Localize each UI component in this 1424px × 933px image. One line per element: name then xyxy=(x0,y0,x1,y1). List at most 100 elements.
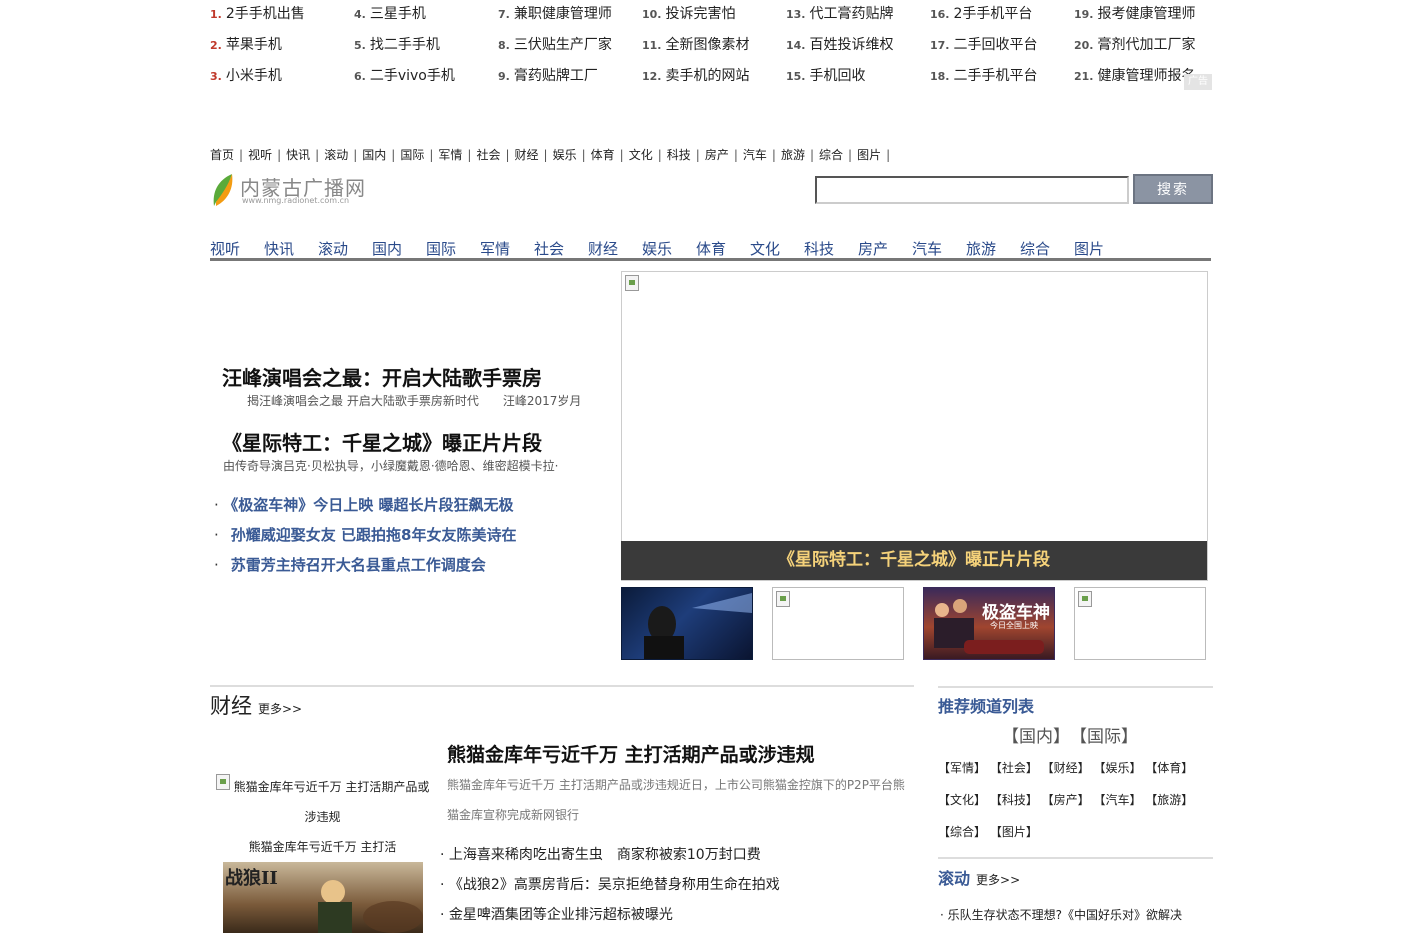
top-nav-item[interactable]: 国际 xyxy=(400,146,424,164)
channel-tab[interactable]: 图片 xyxy=(1074,238,1104,259)
hot-keyword-item[interactable]: 15. 手机回收 xyxy=(786,64,866,88)
finance-news-1[interactable]: · 上海喜来稀肉吃出寄生虫 商家称被索10万封口费 xyxy=(440,844,761,864)
channel-tag-links[interactable]: 【军情】 【社会】 【财经】 【娱乐】 【体育】 【文化】 【科技】 【房产】 … xyxy=(938,752,1200,848)
thumb-3-baby-driver[interactable]: 极盗车神 今日全国上映 xyxy=(923,587,1055,660)
finance-image-alt[interactable]: 熊猫金库年亏近千万 主打活期产品或涉违规 xyxy=(210,772,435,832)
top-nav-item[interactable]: 图片 xyxy=(857,146,881,164)
search-button[interactable]: 搜索 xyxy=(1133,174,1213,204)
hot-keyword-item[interactable]: 19. 报考健康管理师 xyxy=(1074,2,1196,26)
top-nav-item[interactable]: 国内 xyxy=(362,146,386,164)
rank-label: 找二手手机 xyxy=(369,37,440,53)
channel-tab[interactable]: 汽车 xyxy=(912,238,942,259)
site-logo[interactable]: 内蒙古广播网 www.nmg.radionet.com.cn xyxy=(210,170,365,210)
search-input[interactable] xyxy=(815,176,1129,204)
hot-keyword-item[interactable]: 8. 三伏贴生产厂家 xyxy=(498,33,612,57)
rank-label: 卖手机的网站 xyxy=(665,68,750,84)
hot-keyword-item[interactable]: 16. 2手手机平台 xyxy=(930,2,1032,26)
hot-keyword-item[interactable]: 14. 百姓投诉维权 xyxy=(786,33,894,57)
top-nav-item[interactable]: 视听 xyxy=(248,146,272,164)
hot-keyword-item[interactable]: 21. 健康管理师报名 xyxy=(1074,64,1196,88)
top-nav-item[interactable]: 科技 xyxy=(667,146,691,164)
hot-keyword-item[interactable]: 3. 小米手机 xyxy=(210,64,282,88)
rank-label: 健康管理师报名 xyxy=(1097,68,1196,84)
hot-keyword-item[interactable]: 5. 找二手手机 xyxy=(354,33,440,57)
channel-tab[interactable]: 科技 xyxy=(804,238,834,259)
slideshow-caption[interactable]: 《星际特工：千星之城》曝正片片段 xyxy=(621,541,1207,580)
channel-tab[interactable]: 滚动 xyxy=(318,238,348,259)
hot-keyword-item[interactable]: 20. 膏剂代加工厂家 xyxy=(1074,33,1196,57)
hot-keyword-item[interactable]: 9. 膏药贴牌工厂 xyxy=(498,64,598,88)
top-nav-item[interactable]: 房产 xyxy=(705,146,729,164)
hot-keyword-item[interactable]: 2. 苹果手机 xyxy=(210,33,282,57)
nav-separator: | xyxy=(429,148,434,162)
finance-news-3[interactable]: · 金星啤酒集团等企业排污超标被曝光 xyxy=(440,904,673,924)
finance-more-link[interactable]: 更多>> xyxy=(258,702,302,716)
channel-tab[interactable]: 旅游 xyxy=(966,238,996,259)
hot-keyword-item[interactable]: 17. 二手回收平台 xyxy=(930,33,1038,57)
top-nav-item[interactable]: 社会 xyxy=(476,146,500,164)
channel-tab[interactable]: 体育 xyxy=(696,238,726,259)
hot-keyword-item[interactable]: 13. 代工膏药贴牌 xyxy=(786,2,894,26)
hot-keyword-item[interactable]: 18. 二手手机平台 xyxy=(930,64,1038,88)
hot-keyword-item[interactable]: 4. 三星手机 xyxy=(354,2,426,26)
top-nav-item[interactable]: 文化 xyxy=(629,146,653,164)
bullet-link-3[interactable]: · 苏雷芳主持召开大名县重点工作调度会 xyxy=(214,554,486,575)
scroll-section-title: 滚动 更多>> xyxy=(938,869,1021,888)
top-nav-item[interactable]: 汽车 xyxy=(743,146,767,164)
channel-tab[interactable]: 国际 xyxy=(426,238,456,259)
leaf-logo-icon xyxy=(213,174,233,206)
top-nav-item[interactable]: 财经 xyxy=(515,146,539,164)
hot-keyword-item[interactable]: 7. 兼职健康管理师 xyxy=(498,2,612,26)
finance-thumb-wolf-warrior[interactable]: 战狼II xyxy=(223,862,423,933)
scroll-news-item[interactable]: · 乐队生存状态不理想?《中国好乐对》欲解决 xyxy=(940,906,1182,923)
nav-separator: | xyxy=(467,148,472,162)
finance-description: 熊猫金库年亏近千万 主打活期产品或涉违规近日，上市公司熊猫金控旗下的P2P平台熊… xyxy=(447,778,905,822)
channel-tab[interactable]: 综合 xyxy=(1020,238,1050,259)
hot-keyword-item[interactable]: 6. 二手vivo手机 xyxy=(354,64,455,88)
finance-headline[interactable]: 熊猫金库年亏近千万 主打活期产品或涉违规 xyxy=(447,740,815,767)
finance-news-2[interactable]: · 《战狼2》高票房背后：吴京拒绝替身称用生命在拍戏 xyxy=(440,874,780,894)
top-nav-item[interactable]: 体育 xyxy=(591,146,615,164)
scroll-more-link[interactable]: 更多>> xyxy=(976,873,1020,887)
thumb-2[interactable] xyxy=(772,587,904,660)
movie-still-image xyxy=(318,880,423,933)
rank-label: 投诉完害怕 xyxy=(665,6,736,22)
rank-number: 9. xyxy=(498,70,510,83)
top-nav-item[interactable]: 军情 xyxy=(438,146,462,164)
headline-1[interactable]: 汪峰演唱会之最：开启大陆歌手票房 xyxy=(222,362,542,391)
rank-number: 13. xyxy=(786,8,806,21)
headline-1-sub: 揭汪峰演唱会之最 开启大陆歌手票房新时代 汪峰2017岁月 xyxy=(247,394,582,408)
rank-label: 二手手机平台 xyxy=(953,68,1038,84)
hot-keyword-item[interactable]: 12. 卖手机的网站 xyxy=(642,64,750,88)
channel-tab[interactable]: 财经 xyxy=(588,238,618,259)
channel-tab[interactable]: 军情 xyxy=(480,238,510,259)
channel-tab[interactable]: 快讯 xyxy=(264,238,294,259)
sidebar-divider xyxy=(938,686,1213,688)
hot-keyword-item[interactable]: 11. 全新图像素材 xyxy=(642,33,750,57)
rank-number: 19. xyxy=(1074,8,1094,21)
channel-tab[interactable]: 社会 xyxy=(534,238,564,259)
broken-image-icon xyxy=(215,773,230,790)
bullet-link-2[interactable]: · 孙耀威迎娶女友 已跟拍拖8年女友陈美诗在 xyxy=(214,524,516,545)
channel-tab[interactable]: 国内 xyxy=(372,238,402,259)
finance-image-caption[interactable]: 熊猫金库年亏近千万 主打活 xyxy=(210,838,435,855)
top-nav-item[interactable]: 综合 xyxy=(819,146,843,164)
thumb-1-concert[interactable] xyxy=(621,587,753,660)
major-channel-links[interactable]: 【国内】 【国际】 xyxy=(1002,722,1138,747)
hot-keyword-item[interactable]: 10. 投诉完害怕 xyxy=(642,2,736,26)
thumb-4[interactable] xyxy=(1074,587,1206,660)
top-nav-item[interactable]: 快讯 xyxy=(286,146,310,164)
hot-keyword-item[interactable]: 1. 2手手机出售 xyxy=(210,2,305,26)
channel-tab[interactable]: 娱乐 xyxy=(642,238,672,259)
rank-label: 2手手机平台 xyxy=(953,6,1033,22)
headline-2[interactable]: 《星际特工：千星之城》曝正片片段 xyxy=(222,427,542,456)
slideshow-image[interactable] xyxy=(621,271,1208,581)
top-nav-item[interactable]: 旅游 xyxy=(781,146,805,164)
channel-tab[interactable]: 房产 xyxy=(858,238,888,259)
channel-tab[interactable]: 文化 xyxy=(750,238,780,259)
top-nav-item[interactable]: 首页 xyxy=(210,146,234,164)
top-nav-item[interactable]: 滚动 xyxy=(324,146,348,164)
channel-tab[interactable]: 视听 xyxy=(210,238,240,259)
top-nav-item[interactable]: 娱乐 xyxy=(553,146,577,164)
bullet-link-1[interactable]: · 《极盗车神》今日上映 曝超长片段狂飙无极 xyxy=(214,494,514,515)
